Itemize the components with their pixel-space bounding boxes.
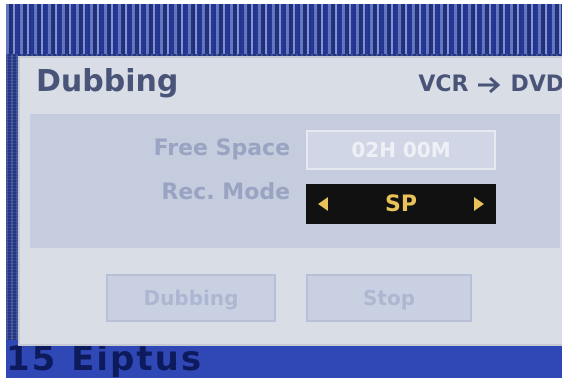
free-space-value: 02H 00M <box>306 130 496 170</box>
left-arrow-icon[interactable] <box>318 197 328 211</box>
rec-mode-selector[interactable]: SP <box>306 184 496 224</box>
right-arrow-icon[interactable] <box>474 197 484 211</box>
route-source: VCR <box>418 72 469 97</box>
static-noise-band <box>6 4 562 54</box>
route-target: DVD <box>510 72 562 97</box>
right-arrow-icon <box>476 75 502 95</box>
dub-route: VCR DVD <box>418 72 562 97</box>
dialog-title: Dubbing <box>36 64 179 99</box>
stop-button[interactable]: Stop <box>306 274 472 322</box>
tv-screen-background: 15 Eiptus Dubbing VCR DVD Free Space 02H… <box>6 4 562 378</box>
rec-mode-label: Rec. Mode <box>161 180 290 205</box>
dubbing-button[interactable]: Dubbing <box>106 274 276 322</box>
rec-mode-value: SP <box>385 191 417 217</box>
dubbing-dialog: Dubbing VCR DVD Free Space 02H 00M Rec. … <box>18 56 562 346</box>
settings-panel: Free Space 02H 00M Rec. Mode SP <box>30 114 560 248</box>
free-space-label: Free Space <box>153 136 290 161</box>
free-space-value-text: 02H 00M <box>351 138 451 162</box>
